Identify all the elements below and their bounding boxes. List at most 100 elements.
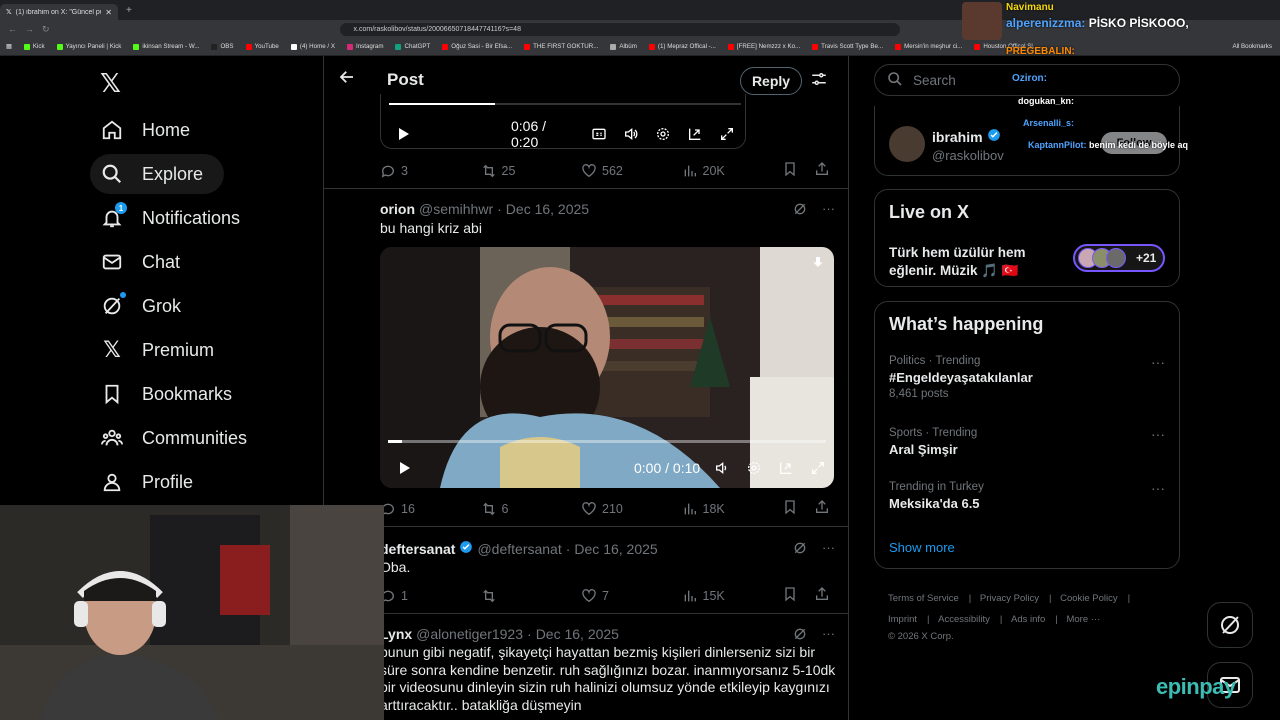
retweet-action[interactable]: 25 bbox=[481, 163, 582, 179]
pip-icon[interactable] bbox=[685, 124, 705, 144]
reply-action[interactable]: 16 bbox=[380, 501, 481, 517]
live-on-x-card[interactable]: Live on X Türk hem üzülür hem eğlenir. M… bbox=[874, 189, 1180, 287]
bookmark-item[interactable]: YouTube bbox=[245, 43, 279, 50]
bookmark-icon[interactable] bbox=[782, 499, 798, 518]
volume-icon[interactable] bbox=[712, 458, 732, 478]
play-icon[interactable] bbox=[393, 124, 413, 144]
grok-icon[interactable] bbox=[792, 626, 808, 645]
bookmark-item[interactable]: Kick bbox=[23, 43, 45, 50]
bookmark-item[interactable]: OBS bbox=[211, 43, 234, 50]
bookmark-item[interactable]: [FREE] Nemzzz x Ko... bbox=[727, 43, 800, 50]
captions-icon[interactable] bbox=[589, 124, 609, 144]
bookmark-item[interactable]: Instagram bbox=[346, 43, 383, 50]
browser-tab[interactable]: 𝕏 (1) ibrahim on X: "Güncel pul" ✕ bbox=[0, 4, 118, 20]
like-action[interactable]: 210 bbox=[581, 501, 682, 517]
footer-link[interactable]: Privacy Policy bbox=[980, 593, 1039, 604]
grok-fab[interactable] bbox=[1207, 602, 1253, 648]
views-action[interactable]: 15K bbox=[682, 588, 783, 604]
like-action[interactable]: 562 bbox=[581, 163, 682, 179]
fullscreen-icon[interactable] bbox=[717, 124, 737, 144]
share-icon[interactable] bbox=[814, 161, 830, 180]
nav-chat[interactable]: Chat bbox=[90, 242, 190, 282]
fullscreen-icon[interactable] bbox=[808, 458, 828, 478]
trend-item[interactable]: Politics · Trending #Engeldeyaşatakılanl… bbox=[889, 355, 1033, 400]
retweet-action[interactable] bbox=[481, 588, 582, 604]
bookmark-icon[interactable] bbox=[782, 161, 798, 180]
top-video-player[interactable]: 0:06 / 0:20 bbox=[380, 94, 746, 150]
author-handle[interactable]: @alonetiger1923 bbox=[416, 626, 523, 642]
show-more-link[interactable]: Show more bbox=[889, 540, 955, 555]
footer-link[interactable]: Ads info bbox=[1011, 614, 1045, 625]
new-tab-icon[interactable]: + bbox=[126, 5, 132, 16]
share-icon[interactable] bbox=[814, 586, 830, 605]
settings-gear-icon[interactable] bbox=[653, 124, 673, 144]
views-action[interactable]: 20K bbox=[682, 163, 783, 179]
bookmark-item[interactable]: Albüm bbox=[610, 43, 637, 50]
nav-notifications[interactable]: 1 Notifications bbox=[90, 198, 250, 238]
reload-icon[interactable]: ↻ bbox=[42, 24, 50, 35]
nav-grok[interactable]: Grok bbox=[90, 286, 191, 326]
back-arrow-icon[interactable] bbox=[338, 68, 356, 91]
nav-communities[interactable]: Communities bbox=[90, 418, 257, 458]
share-icon[interactable] bbox=[814, 499, 830, 518]
author-name[interactable]: Lynx bbox=[380, 626, 412, 642]
tweet-date[interactable]: Dec 16, 2025 bbox=[536, 626, 619, 642]
settings-gear-icon[interactable] bbox=[744, 458, 764, 478]
bookmark-icon[interactable] bbox=[782, 586, 798, 605]
footer-link[interactable]: Imprint bbox=[888, 614, 917, 625]
author-name[interactable]: ibrahim bbox=[932, 129, 983, 145]
avatar[interactable] bbox=[889, 126, 925, 162]
nav-profile[interactable]: Profile bbox=[90, 462, 203, 502]
close-tab-icon[interactable]: ✕ bbox=[105, 8, 112, 17]
tweet-date[interactable]: Dec 16, 2025 bbox=[506, 201, 589, 217]
more-icon[interactable]: ··· bbox=[1151, 354, 1165, 370]
author-name[interactable]: deftersanat bbox=[380, 541, 455, 557]
reply-button[interactable]: Reply bbox=[740, 67, 802, 95]
nav-home[interactable]: Home bbox=[90, 110, 200, 150]
live-avatars[interactable]: +21 bbox=[1073, 244, 1165, 272]
pip-icon[interactable] bbox=[776, 458, 796, 478]
retweet-action[interactable]: 6 bbox=[481, 501, 582, 517]
bookmark-item[interactable]: THE FIRST GOKTUR... bbox=[524, 43, 598, 50]
tweet-date[interactable]: Dec 16, 2025 bbox=[574, 541, 657, 557]
bookmark-item[interactable]: (4) Home / X bbox=[290, 43, 335, 50]
bookmark-item[interactable]: (1) Mepraz Offical -... bbox=[648, 43, 716, 50]
filter-icon[interactable] bbox=[810, 70, 828, 93]
footer-link[interactable]: More ··· bbox=[1066, 614, 1100, 625]
reply-action[interactable]: 3 bbox=[380, 163, 481, 179]
forward-icon[interactable]: → bbox=[25, 24, 34, 35]
back-icon[interactable]: ← bbox=[8, 24, 17, 35]
more-icon[interactable]: ··· bbox=[822, 626, 835, 645]
grok-icon[interactable] bbox=[792, 540, 808, 559]
like-action[interactable]: 7 bbox=[581, 588, 682, 604]
apps-icon[interactable]: ▦ bbox=[6, 43, 12, 50]
author-handle[interactable]: @semihhwr bbox=[419, 201, 493, 217]
views-action[interactable]: 18K bbox=[682, 501, 783, 517]
download-icon[interactable] bbox=[810, 255, 826, 276]
bookmark-item[interactable]: Mersin'in meşhur ci... bbox=[895, 43, 962, 50]
video-progress[interactable] bbox=[388, 440, 826, 443]
play-icon[interactable] bbox=[394, 458, 414, 478]
grok-icon[interactable] bbox=[792, 201, 808, 220]
nav-premium[interactable]: 𝕏 Premium bbox=[90, 330, 224, 370]
bookmark-item[interactable]: Oğuz Sasi - Bir Efsa... bbox=[442, 43, 512, 50]
bookmark-item[interactable]: Travis Scott Type Be... bbox=[812, 43, 883, 50]
more-icon[interactable]: ··· bbox=[1151, 426, 1165, 442]
tweet-video[interactable]: 0:00 / 0:10 bbox=[380, 247, 834, 488]
more-icon[interactable]: ··· bbox=[822, 540, 835, 559]
nav-explore[interactable]: Explore bbox=[90, 154, 224, 194]
trend-item[interactable]: Trending in Turkey Meksika'da 6.5 bbox=[889, 481, 984, 511]
bookmark-item[interactable]: ChatGPT bbox=[395, 43, 430, 50]
bookmark-item[interactable]: Yayıncı Paneli | Kick bbox=[56, 43, 121, 50]
trend-item[interactable]: Sports · Trending Aral Şimşir bbox=[889, 427, 977, 457]
bookmark-item[interactable]: ikinsan Stream - W... bbox=[133, 43, 199, 50]
video-progress[interactable] bbox=[389, 103, 741, 105]
author-name[interactable]: orion bbox=[380, 201, 415, 217]
more-icon[interactable]: ··· bbox=[1151, 480, 1165, 496]
more-icon[interactable]: ··· bbox=[822, 201, 835, 220]
reply-action[interactable]: 1 bbox=[380, 588, 481, 604]
nav-bookmarks[interactable]: Bookmarks bbox=[90, 374, 242, 414]
x-logo-icon[interactable]: 𝕏 bbox=[100, 68, 121, 99]
footer-link[interactable]: Terms of Service bbox=[888, 593, 959, 604]
footer-link[interactable]: Accessibility bbox=[938, 614, 990, 625]
